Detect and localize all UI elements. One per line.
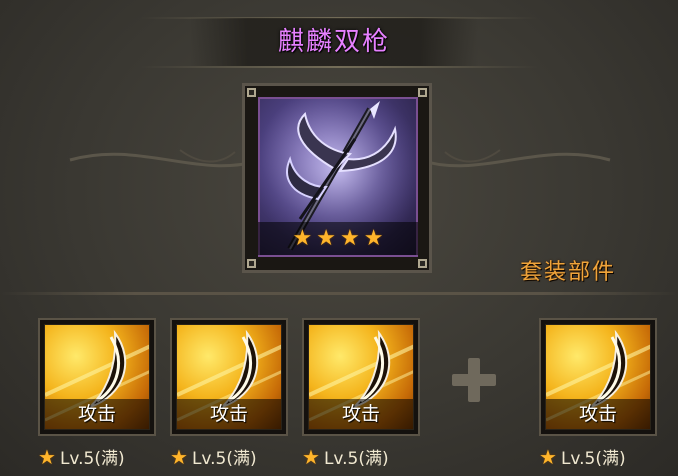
slot-icon-box: 攻击 [44, 324, 150, 430]
star-icon: ★ [292, 225, 313, 251]
level-text: Lv.5(满) [59, 449, 125, 469]
slot-level-1: ★ Lv.5(满) [38, 444, 166, 470]
level-text: Lv.5(满) [323, 449, 389, 469]
set-part-slot-2[interactable]: 攻击 [170, 318, 288, 436]
star-icon: ★ [539, 445, 557, 469]
star-icon: ★ [340, 225, 360, 251]
slot-icon-box: 攻击 [545, 324, 651, 430]
slot-level-2: ★ Lv.5(满) [170, 444, 298, 470]
star-icon: ★ [363, 225, 384, 251]
star-icon: ★ [38, 445, 56, 469]
set-part-slot-4[interactable]: 攻击 [539, 318, 657, 436]
set-part-slot-3[interactable]: 攻击 [302, 318, 420, 436]
plus-icon [452, 358, 496, 402]
slot-level-4: ★ Lv.5(满) [539, 444, 667, 470]
level-text: Lv.5(满) [560, 449, 626, 469]
frame-corner [247, 259, 256, 268]
star-icon: ★ [302, 445, 320, 469]
slot-level-3: ★ Lv.5(满) [302, 444, 430, 470]
set-parts-label: 套装部件 [520, 260, 617, 285]
star-icon: ★ [170, 445, 188, 469]
star-icon: ★ [316, 225, 336, 251]
level-text: Lv.5(满) [191, 449, 257, 469]
slot-icon-box: 攻击 [308, 324, 414, 430]
slot-label: 攻击 [177, 399, 281, 429]
title-bottom-line [140, 66, 538, 68]
slot-label: 攻击 [546, 399, 650, 429]
slot-icon-box: 攻击 [176, 324, 282, 430]
item-name: 麒麟双枪 [277, 27, 390, 57]
frame-corner [247, 88, 256, 97]
set-part-slot-1[interactable]: 攻击 [38, 318, 156, 436]
section-divider [0, 292, 678, 295]
frame-corner [418, 259, 427, 268]
frame-corner [418, 88, 427, 97]
slot-label: 攻击 [45, 399, 149, 429]
slot-label: 攻击 [309, 399, 413, 429]
item-star-rating: ★ ★ ★ ★ [258, 222, 418, 255]
